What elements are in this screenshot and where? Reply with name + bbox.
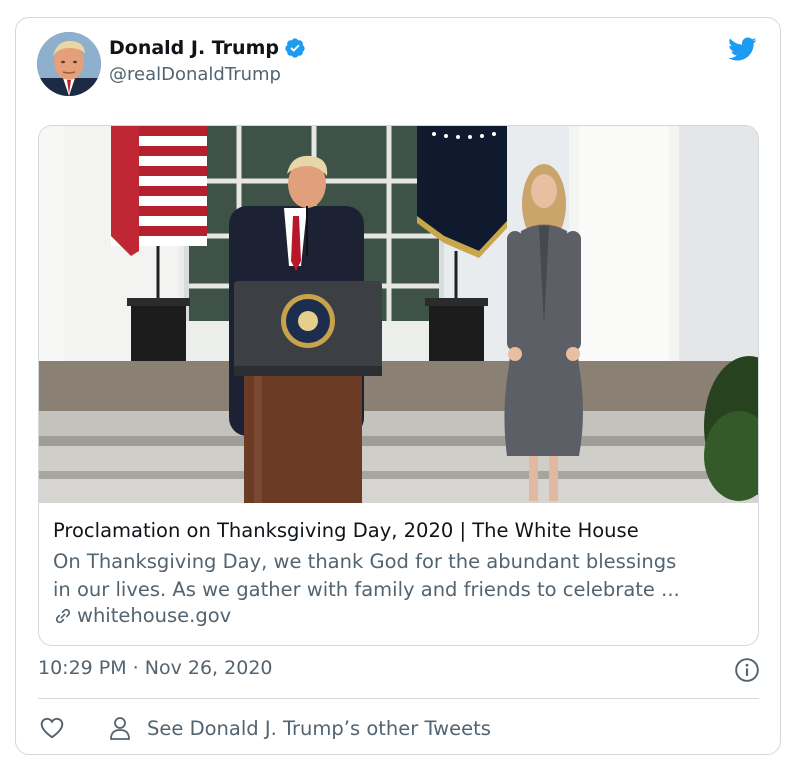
link-card-domain-text: whitehouse.gov — [77, 604, 232, 627]
twitter-bird-icon[interactable] — [725, 34, 759, 64]
heart-icon[interactable] — [39, 715, 65, 741]
avatar[interactable] — [37, 32, 101, 96]
other-tweets-label: See Donald J. Trump’s other Tweets — [147, 716, 491, 740]
link-card-title: Proclamation on Thanksgiving Day, 2020 |… — [53, 519, 639, 542]
link-icon — [55, 608, 71, 623]
info-icon[interactable] — [734, 657, 760, 683]
link-card-description-line-1: On Thanksgiving Day, we thank God for th… — [53, 550, 677, 573]
link-card-description: On Thanksgiving Day, we thank God for th… — [53, 548, 753, 604]
person-icon — [110, 717, 130, 740]
link-preview-card[interactable]: Proclamation on Thanksgiving Day, 2020 |… — [38, 125, 759, 646]
tweet-timestamp[interactable]: 10:29 PM · Nov 26, 2020 — [38, 657, 273, 679]
author-name[interactable]: Donald J. Trump — [109, 37, 306, 59]
link-card-domain: whitehouse.gov — [53, 604, 231, 627]
tweet-card[interactable]: Donald J. Trump @realDonaldTrump Proclam… — [15, 17, 781, 755]
divider — [38, 698, 759, 699]
link-card-description-line-2: in our lives. As we gather with family a… — [53, 578, 680, 601]
author-name-text: Donald J. Trump — [109, 37, 279, 59]
other-tweets-link[interactable]: See Donald J. Trump’s other Tweets — [109, 715, 491, 741]
author-handle[interactable]: @realDonaldTrump — [109, 64, 281, 85]
verified-badge-icon — [285, 38, 305, 58]
preview-photo — [39, 126, 758, 503]
